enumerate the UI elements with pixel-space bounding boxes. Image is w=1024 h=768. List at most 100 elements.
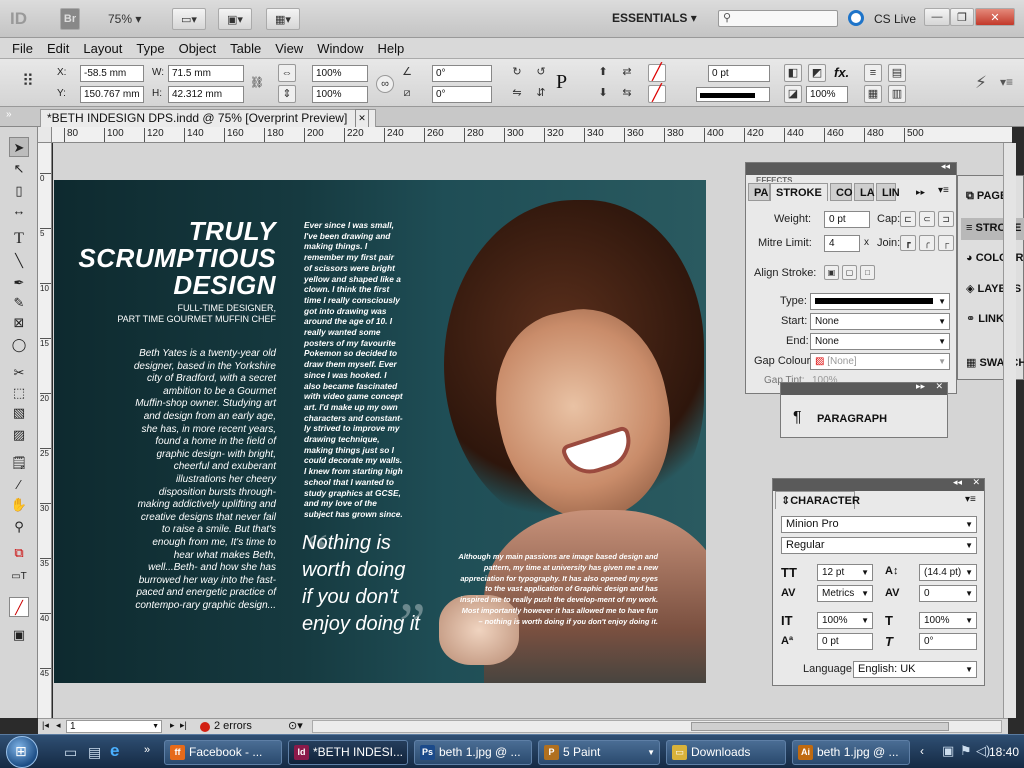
menu-window[interactable]: Window (310, 41, 370, 56)
article-subtitle[interactable]: FULL-TIME DESIGNER, PART TIME GOURMET MU… (74, 303, 276, 325)
formatting-container-icon[interactable]: ▭T (9, 567, 29, 587)
restore-button[interactable]: ❐ (950, 8, 974, 26)
align-inside-icon[interactable]: ▢ (842, 265, 857, 280)
next-page-button[interactable]: ▸ (170, 720, 175, 731)
panel-menu-icon[interactable]: ▾≡ (938, 185, 949, 196)
constrain-proportions-icon[interactable]: ⛓ (248, 75, 266, 93)
last-page-button[interactable]: ▸| (180, 720, 187, 731)
rotate-cw-icon[interactable]: ↻ (508, 64, 526, 82)
menu-type[interactable]: Type (129, 41, 171, 56)
miter-join-icon[interactable]: ┏ (900, 235, 916, 251)
taskbar-indesign[interactable]: Id *BETH INDESI... (288, 740, 408, 765)
fill-stroke-icon[interactable]: ⧉ (9, 543, 29, 563)
search-input[interactable]: ⚲ (718, 10, 838, 27)
rectangle-frame-tool-icon[interactable]: ⊠ (9, 313, 29, 333)
free-transform-tool-icon[interactable]: ⬚ (9, 383, 29, 403)
language-select[interactable]: English: UK ▼ (853, 661, 977, 678)
text-wrap-icon[interactable]: ≡ (864, 64, 882, 82)
bridge-button[interactable]: Br (60, 8, 80, 30)
round-cap-icon[interactable]: ⊂ (919, 211, 935, 227)
effects-icon[interactable]: ◩ (808, 64, 826, 82)
drop-shadow-icon[interactable]: ◧ (784, 64, 802, 82)
document-spread[interactable]: TRULY SCRUMPTIOUS DESIGN FULL-TIME DESIG… (54, 180, 706, 683)
previous-page-button[interactable]: ◂ (56, 720, 61, 731)
fit-content-icon[interactable]: ▦ (864, 85, 882, 103)
tab-links[interactable]: LIN (876, 183, 900, 201)
menu-file[interactable]: File (0, 41, 40, 56)
x-field[interactable]: -58.5 mm (80, 65, 144, 82)
panel-header[interactable]: ◂◂ (746, 161, 956, 175)
end-select[interactable]: None ▼ (810, 333, 950, 350)
ruler-origin[interactable] (38, 127, 52, 143)
cs-live-icon[interactable] (848, 10, 864, 26)
arrange-documents-button[interactable]: ▦▾ (266, 8, 300, 30)
gradient-feather-tool-icon[interactable]: ▨ (9, 425, 29, 445)
rotate-angle-field[interactable]: 0° (432, 65, 492, 82)
close-panel-icon[interactable]: ✕ (972, 477, 980, 488)
pen-tool-icon[interactable]: ✒ (9, 273, 29, 293)
close-tab-icon[interactable]: ✕ (355, 109, 369, 128)
tab-pages[interactable]: PA (748, 183, 770, 201)
collapse-icon[interactable]: ◂◂ (941, 161, 950, 172)
pencil-tool-icon[interactable]: ✎ (9, 293, 29, 313)
link-scale-icon[interactable]: ∞ (376, 75, 394, 93)
stroke-weight-field[interactable]: 0 pt (824, 211, 870, 228)
stroke-swatch-icon[interactable]: ╱ (648, 85, 666, 103)
align-outside-icon[interactable]: □ (860, 265, 875, 280)
line-tool-icon[interactable]: ╲ (9, 251, 29, 271)
clock[interactable]: 18:40 (984, 745, 1024, 759)
font-size-field[interactable]: 12 pt ▼ (817, 564, 873, 581)
skew-field[interactable]: 0° (919, 633, 977, 650)
reference-point-icon[interactable]: ⠿ (22, 71, 44, 93)
scale-x-field[interactable]: 100% (312, 65, 368, 82)
lightning-icon[interactable]: ⚡ (975, 73, 987, 93)
apply-none-icon[interactable]: ╱ (9, 597, 29, 617)
taskbar-photoshop[interactable]: Ps beth 1.jpg @ ... (414, 740, 532, 765)
select-content-icon[interactable]: ⬇ (594, 85, 612, 103)
more-quicklaunch-icon[interactable]: » (144, 744, 150, 756)
panel-collapse-icon[interactable]: » (6, 109, 12, 120)
taskbar-downloads[interactable]: ▭ Downloads (666, 740, 786, 765)
select-next-icon[interactable]: ⇆ (618, 85, 636, 103)
screen-mode-button[interactable]: ▣▾ (218, 8, 252, 30)
vertical-scale-field[interactable]: 100% ▼ (817, 612, 873, 629)
intro-paragraph[interactable]: Beth Yates is a twenty-year old designer… (132, 348, 276, 612)
start-select[interactable]: None ▼ (810, 313, 950, 330)
view-options-button[interactable]: ▭▾ (172, 8, 206, 30)
zoom-dropdown[interactable]: 75% ▾ (108, 12, 141, 26)
gap-colour-select[interactable]: ▨ [None] ▼ (810, 353, 950, 370)
preflight-errors[interactable]: 2 errors (214, 720, 252, 732)
panel-menu-icon[interactable]: ▾≡ (1000, 75, 1013, 89)
menu-layout[interactable]: Layout (76, 41, 129, 56)
align-center-icon[interactable]: ▣ (824, 265, 839, 280)
frame-fitting-icon[interactable]: ▤ (888, 64, 906, 82)
zoom-tool-icon[interactable]: ⚲ (9, 517, 29, 537)
tray-expand-icon[interactable]: ‹ (920, 744, 924, 758)
flip-horizontal-icon[interactable]: ⇋ (508, 85, 526, 103)
gradient-swatch-tool-icon[interactable]: ▧ (9, 403, 29, 423)
horizontal-scale-field[interactable]: 100% ▼ (919, 612, 977, 629)
flag-icon[interactable]: ⚑ (960, 743, 972, 759)
close-button[interactable]: ✕ (975, 8, 1015, 26)
effects-tab-label[interactable]: EFFECTS (756, 176, 792, 182)
collapse-icon[interactable]: ▸▸ (916, 381, 925, 392)
selection-tool-icon[interactable]: ➤ (9, 137, 29, 157)
first-page-button[interactable]: |◂ (42, 720, 49, 731)
note-tool-icon[interactable]: 🗒 (9, 453, 29, 473)
page-number-field[interactable]: 1 ▼ (66, 720, 162, 733)
menu-edit[interactable]: Edit (40, 41, 76, 56)
stroke-weight-field[interactable]: 0 pt (708, 65, 770, 82)
caption-paragraph[interactable]: Although my main passions are image base… (456, 552, 658, 628)
menu-help[interactable]: Help (370, 41, 411, 56)
stroke-type-selector[interactable] (696, 87, 770, 102)
menu-object[interactable]: Object (172, 41, 224, 56)
bevel-join-icon[interactable]: ┌ (938, 235, 954, 251)
round-join-icon[interactable]: ╭ (919, 235, 935, 251)
article-title[interactable]: TRULY SCRUMPTIOUS DESIGN (74, 218, 276, 299)
fx-icon[interactable]: fx. (834, 65, 849, 80)
taskbar-paint[interactable]: P 5 Paint ▼ (538, 740, 660, 765)
horizontal-scrollbar[interactable] (312, 720, 1002, 733)
close-panel-icon[interactable]: ✕ (935, 381, 943, 392)
baseline-shift-field[interactable]: 0 pt (817, 633, 873, 650)
preflight-menu-icon[interactable]: ⊙▾ (288, 719, 303, 732)
